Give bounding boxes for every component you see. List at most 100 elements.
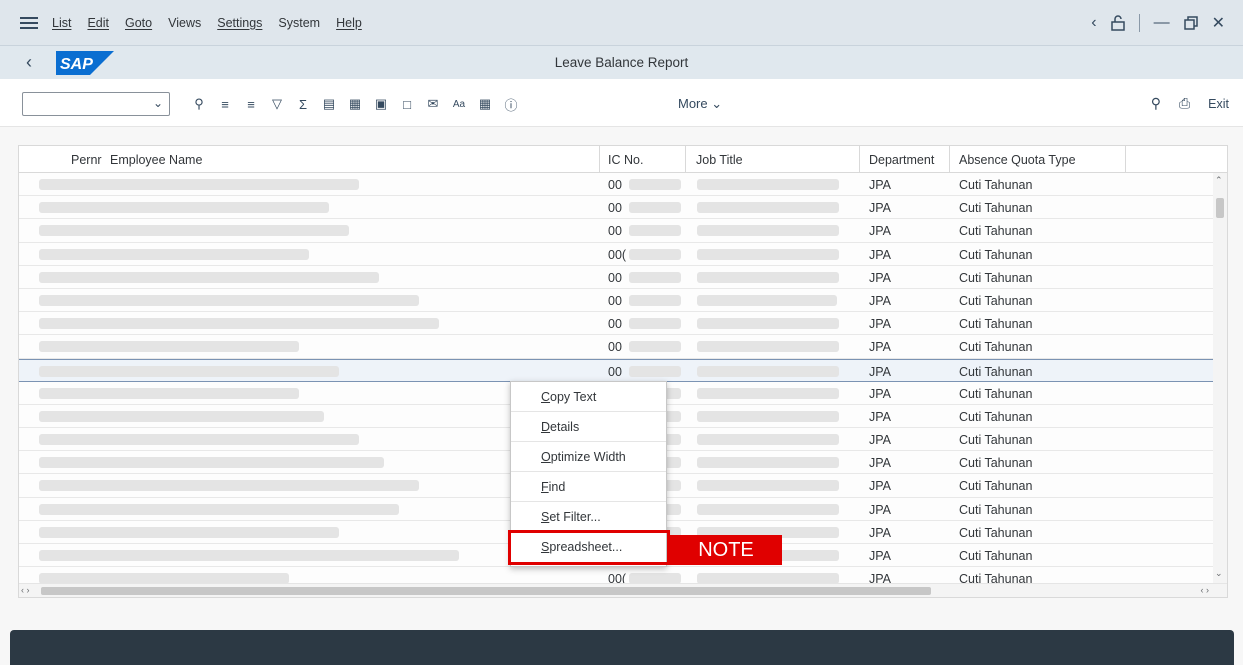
cell-department[interactable]: JPA	[869, 503, 891, 517]
menu-views[interactable]: Views	[168, 16, 201, 30]
cell-department[interactable]: JPA	[869, 387, 891, 401]
export-icon[interactable]: ▦	[342, 95, 368, 113]
cell-ic-no[interactable]: 00	[608, 201, 622, 215]
chevron-left-icon[interactable]: ‹	[1091, 14, 1096, 32]
cell-absence-quota-type[interactable]: Cuti Tahunan	[959, 201, 1032, 215]
cell-ic-no[interactable]: 00	[608, 271, 622, 285]
cell-absence-quota-type[interactable]: Cuti Tahunan	[959, 248, 1032, 262]
table-row[interactable]: 00 JPA Cuti Tahunan	[19, 219, 1214, 243]
cell-absence-quota-type[interactable]: Cuti Tahunan	[959, 503, 1032, 517]
abc-icon[interactable]: Aa	[446, 95, 472, 113]
cell-department[interactable]: JPA	[869, 479, 891, 493]
cell-department[interactable]: JPA	[869, 410, 891, 424]
sort-ascending-icon[interactable]: ≡	[212, 95, 238, 113]
zoom-icon[interactable]: ⚲	[186, 95, 212, 113]
cell-ic-no[interactable]: 00	[608, 294, 622, 308]
filter-icon[interactable]: ▽	[264, 95, 290, 113]
table-row[interactable]: 00 JPA Cuti Tahunan	[19, 335, 1214, 359]
menu-system[interactable]: System	[278, 16, 320, 30]
cell-department[interactable]: JPA	[869, 224, 891, 238]
ctx-set-filter[interactable]: Set Filter...	[511, 502, 666, 532]
scroll-thumb[interactable]	[1216, 198, 1224, 218]
cell-department[interactable]: JPA	[869, 248, 891, 262]
cell-absence-quota-type[interactable]: Cuti Tahunan	[959, 271, 1032, 285]
cell-absence-quota-type[interactable]: Cuti Tahunan	[959, 340, 1032, 354]
table-row[interactable]: 00 JPA Cuti Tahunan	[19, 312, 1214, 336]
cell-ic-no[interactable]: 00(	[608, 248, 626, 262]
cell-absence-quota-type[interactable]: Cuti Tahunan	[959, 317, 1032, 331]
cell-ic-no[interactable]: 00	[608, 340, 622, 354]
table-row[interactable]: 00 JPA Cuti Tahunan	[19, 265, 1214, 289]
scroll-thumb[interactable]	[41, 587, 931, 595]
menu-help[interactable]: Help	[336, 16, 362, 30]
close-icon[interactable]: ✕	[1212, 13, 1225, 33]
cell-ic-no[interactable]: 00	[608, 178, 622, 192]
cell-department[interactable]: JPA	[869, 365, 891, 379]
table-row[interactable]: 00 JPA Cuti Tahunan	[19, 358, 1214, 382]
ctx-details[interactable]: Details	[511, 412, 666, 442]
unlock-icon[interactable]	[1110, 15, 1125, 31]
horizontal-scrollbar[interactable]: ‹ › ‹ ›	[19, 583, 1227, 597]
cell-absence-quota-type[interactable]: Cuti Tahunan	[959, 456, 1032, 470]
cell-department[interactable]: JPA	[869, 178, 891, 192]
sum-icon[interactable]: Σ	[290, 95, 316, 113]
print-preview-icon[interactable]: ▤	[316, 95, 342, 113]
cell-department[interactable]: JPA	[869, 433, 891, 447]
col-header-department[interactable]: Department	[869, 153, 934, 167]
ctx-optimize-width[interactable]: Optimize Width	[511, 442, 666, 472]
chevron-down-icon[interactable]: ⌄	[153, 96, 163, 110]
mail-icon[interactable]: ✉	[420, 95, 446, 113]
cell-absence-quota-type[interactable]: Cuti Tahunan	[959, 224, 1032, 238]
restore-icon[interactable]	[1183, 16, 1198, 30]
cell-department[interactable]: JPA	[869, 317, 891, 331]
cell-department[interactable]: JPA	[869, 340, 891, 354]
cell-department[interactable]: JPA	[869, 456, 891, 470]
more-button[interactable]: More ⌄	[678, 96, 722, 112]
exit-button[interactable]: Exit	[1208, 97, 1229, 111]
menu-settings[interactable]: Settings	[217, 16, 262, 30]
info-icon[interactable]: ⓘ	[498, 95, 524, 113]
cell-department[interactable]: JPA	[869, 549, 891, 563]
sort-descending-icon[interactable]: ≡	[238, 95, 264, 113]
search-icon[interactable]: ⚲	[1151, 95, 1161, 112]
local-file-icon[interactable]: □	[394, 95, 420, 113]
scroll-left-right-icon[interactable]: ‹ ›	[1201, 585, 1210, 595]
hamburger-menu-icon[interactable]	[20, 16, 38, 29]
cell-department[interactable]: JPA	[869, 201, 891, 215]
table-row[interactable]: 00 JPA Cuti Tahunan	[19, 173, 1214, 197]
menu-edit[interactable]: Edit	[87, 16, 109, 30]
col-header-absence-quota-type[interactable]: Absence Quota Type	[959, 153, 1076, 167]
cell-absence-quota-type[interactable]: Cuti Tahunan	[959, 526, 1032, 540]
cell-ic-no[interactable]: 00	[608, 224, 622, 238]
scroll-left-right-icon[interactable]: ‹ ›	[21, 585, 30, 595]
cell-absence-quota-type[interactable]: Cuti Tahunan	[959, 294, 1032, 308]
vertical-scrollbar[interactable]: ⌃ ⌄	[1213, 173, 1227, 585]
table-row[interactable]: 00( JPA Cuti Tahunan	[19, 242, 1214, 266]
cell-absence-quota-type[interactable]: Cuti Tahunan	[959, 433, 1032, 447]
cell-absence-quota-type[interactable]: Cuti Tahunan	[959, 549, 1032, 563]
cell-ic-no[interactable]: 00	[608, 317, 622, 331]
cell-ic-no[interactable]: 00	[608, 365, 622, 379]
col-header-job-title[interactable]: Job Title	[696, 153, 743, 167]
cell-absence-quota-type[interactable]: Cuti Tahunan	[959, 365, 1032, 379]
layout-icon[interactable]: ▦	[472, 95, 498, 113]
cell-department[interactable]: JPA	[869, 294, 891, 308]
ctx-find[interactable]: Find	[511, 472, 666, 502]
printer-icon[interactable]: ⎙	[1179, 95, 1190, 112]
cell-department[interactable]: JPA	[869, 271, 891, 285]
col-header-ic-no[interactable]: IC No.	[608, 153, 643, 167]
col-header-employee-name[interactable]: Employee Name	[110, 153, 202, 167]
menu-goto[interactable]: Goto	[125, 16, 152, 30]
table-row[interactable]: 00 JPA Cuti Tahunan	[19, 288, 1214, 313]
scroll-up-icon[interactable]: ⌃	[1215, 175, 1223, 186]
cell-absence-quota-type[interactable]: Cuti Tahunan	[959, 410, 1032, 424]
col-header-pernr[interactable]: Pernr	[71, 153, 102, 167]
scroll-down-icon[interactable]: ⌄	[1215, 568, 1223, 579]
table-row[interactable]: 00 JPA Cuti Tahunan	[19, 196, 1214, 220]
cell-absence-quota-type[interactable]: Cuti Tahunan	[959, 387, 1032, 401]
menu-list[interactable]: List	[52, 16, 71, 30]
word-icon[interactable]: ▣	[368, 95, 394, 113]
command-field[interactable]: ⌄	[22, 92, 170, 116]
cell-department[interactable]: JPA	[869, 526, 891, 540]
ctx-copy-text[interactable]: Copy Text	[511, 382, 666, 412]
